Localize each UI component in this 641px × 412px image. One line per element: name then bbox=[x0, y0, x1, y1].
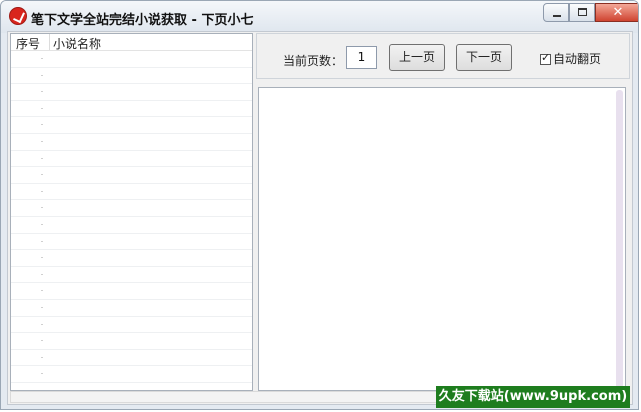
list-row[interactable] bbox=[11, 267, 252, 284]
auto-flip-toggle[interactable]: 自动翻页 bbox=[540, 50, 601, 67]
list-body[interactable] bbox=[11, 51, 252, 390]
maximize-icon bbox=[578, 8, 587, 16]
window-title: 笔下文学全站完结小说获取 - 下页小七 bbox=[31, 13, 254, 28]
column-divider[interactable] bbox=[49, 34, 50, 50]
column-header-index[interactable]: 序号 bbox=[16, 35, 40, 52]
list-row[interactable] bbox=[11, 350, 252, 367]
list-row[interactable] bbox=[11, 184, 252, 201]
list-row[interactable] bbox=[11, 51, 252, 68]
auto-flip-checkbox[interactable] bbox=[540, 51, 551, 65]
list-row[interactable] bbox=[11, 217, 252, 234]
list-row[interactable] bbox=[11, 317, 252, 334]
list-row[interactable] bbox=[11, 84, 252, 101]
list-row[interactable] bbox=[11, 134, 252, 151]
page-controls: 当前页数： 1 上一页 下一页 自动翻页 bbox=[256, 33, 630, 79]
list-row[interactable] bbox=[11, 383, 252, 390]
list-row[interactable] bbox=[11, 117, 252, 134]
maximize-button[interactable] bbox=[569, 3, 595, 22]
app-window: 笔下文学全站完结小说获取 - 下页小七 ✕ 序号 小说名称 当前页数： 1 上一… bbox=[0, 0, 639, 410]
list-row[interactable] bbox=[11, 250, 252, 267]
list-row[interactable] bbox=[11, 234, 252, 251]
list-row[interactable] bbox=[11, 283, 252, 300]
list-header: 序号 小说名称 bbox=[11, 34, 252, 51]
next-page-button[interactable]: 下一页 bbox=[456, 44, 512, 71]
title-bar[interactable]: 笔下文学全站完结小说获取 - 下页小七 ✕ bbox=[1, 1, 638, 33]
close-button[interactable]: ✕ bbox=[595, 3, 638, 22]
minimize-icon bbox=[553, 15, 561, 17]
vertical-scrollbar[interactable] bbox=[616, 90, 623, 388]
list-row[interactable] bbox=[11, 300, 252, 317]
site-watermark: 久友下载站(www.9upk.com) bbox=[436, 386, 630, 408]
auto-flip-label: 自动翻页 bbox=[553, 52, 602, 66]
current-page-label: 当前页数： bbox=[283, 54, 344, 68]
list-row[interactable] bbox=[11, 366, 252, 383]
close-icon: ✕ bbox=[612, 5, 624, 20]
content-textarea[interactable] bbox=[258, 87, 626, 391]
list-row[interactable] bbox=[11, 151, 252, 168]
column-header-title[interactable]: 小说名称 bbox=[53, 35, 101, 52]
caption-buttons: ✕ bbox=[543, 3, 638, 23]
list-row[interactable] bbox=[11, 200, 252, 217]
client-area: 序号 小说名称 当前页数： 1 上一页 下一页 自动翻页 bbox=[7, 31, 633, 405]
current-page-field[interactable]: 1 bbox=[346, 46, 377, 69]
minimize-button[interactable] bbox=[543, 3, 569, 22]
app-logo-icon bbox=[9, 7, 27, 25]
prev-page-button[interactable]: 上一页 bbox=[389, 44, 445, 71]
list-row[interactable] bbox=[11, 167, 252, 184]
list-row[interactable] bbox=[11, 101, 252, 118]
list-row[interactable] bbox=[11, 333, 252, 350]
list-row[interactable] bbox=[11, 68, 252, 85]
novel-list[interactable]: 序号 小说名称 bbox=[10, 33, 253, 391]
